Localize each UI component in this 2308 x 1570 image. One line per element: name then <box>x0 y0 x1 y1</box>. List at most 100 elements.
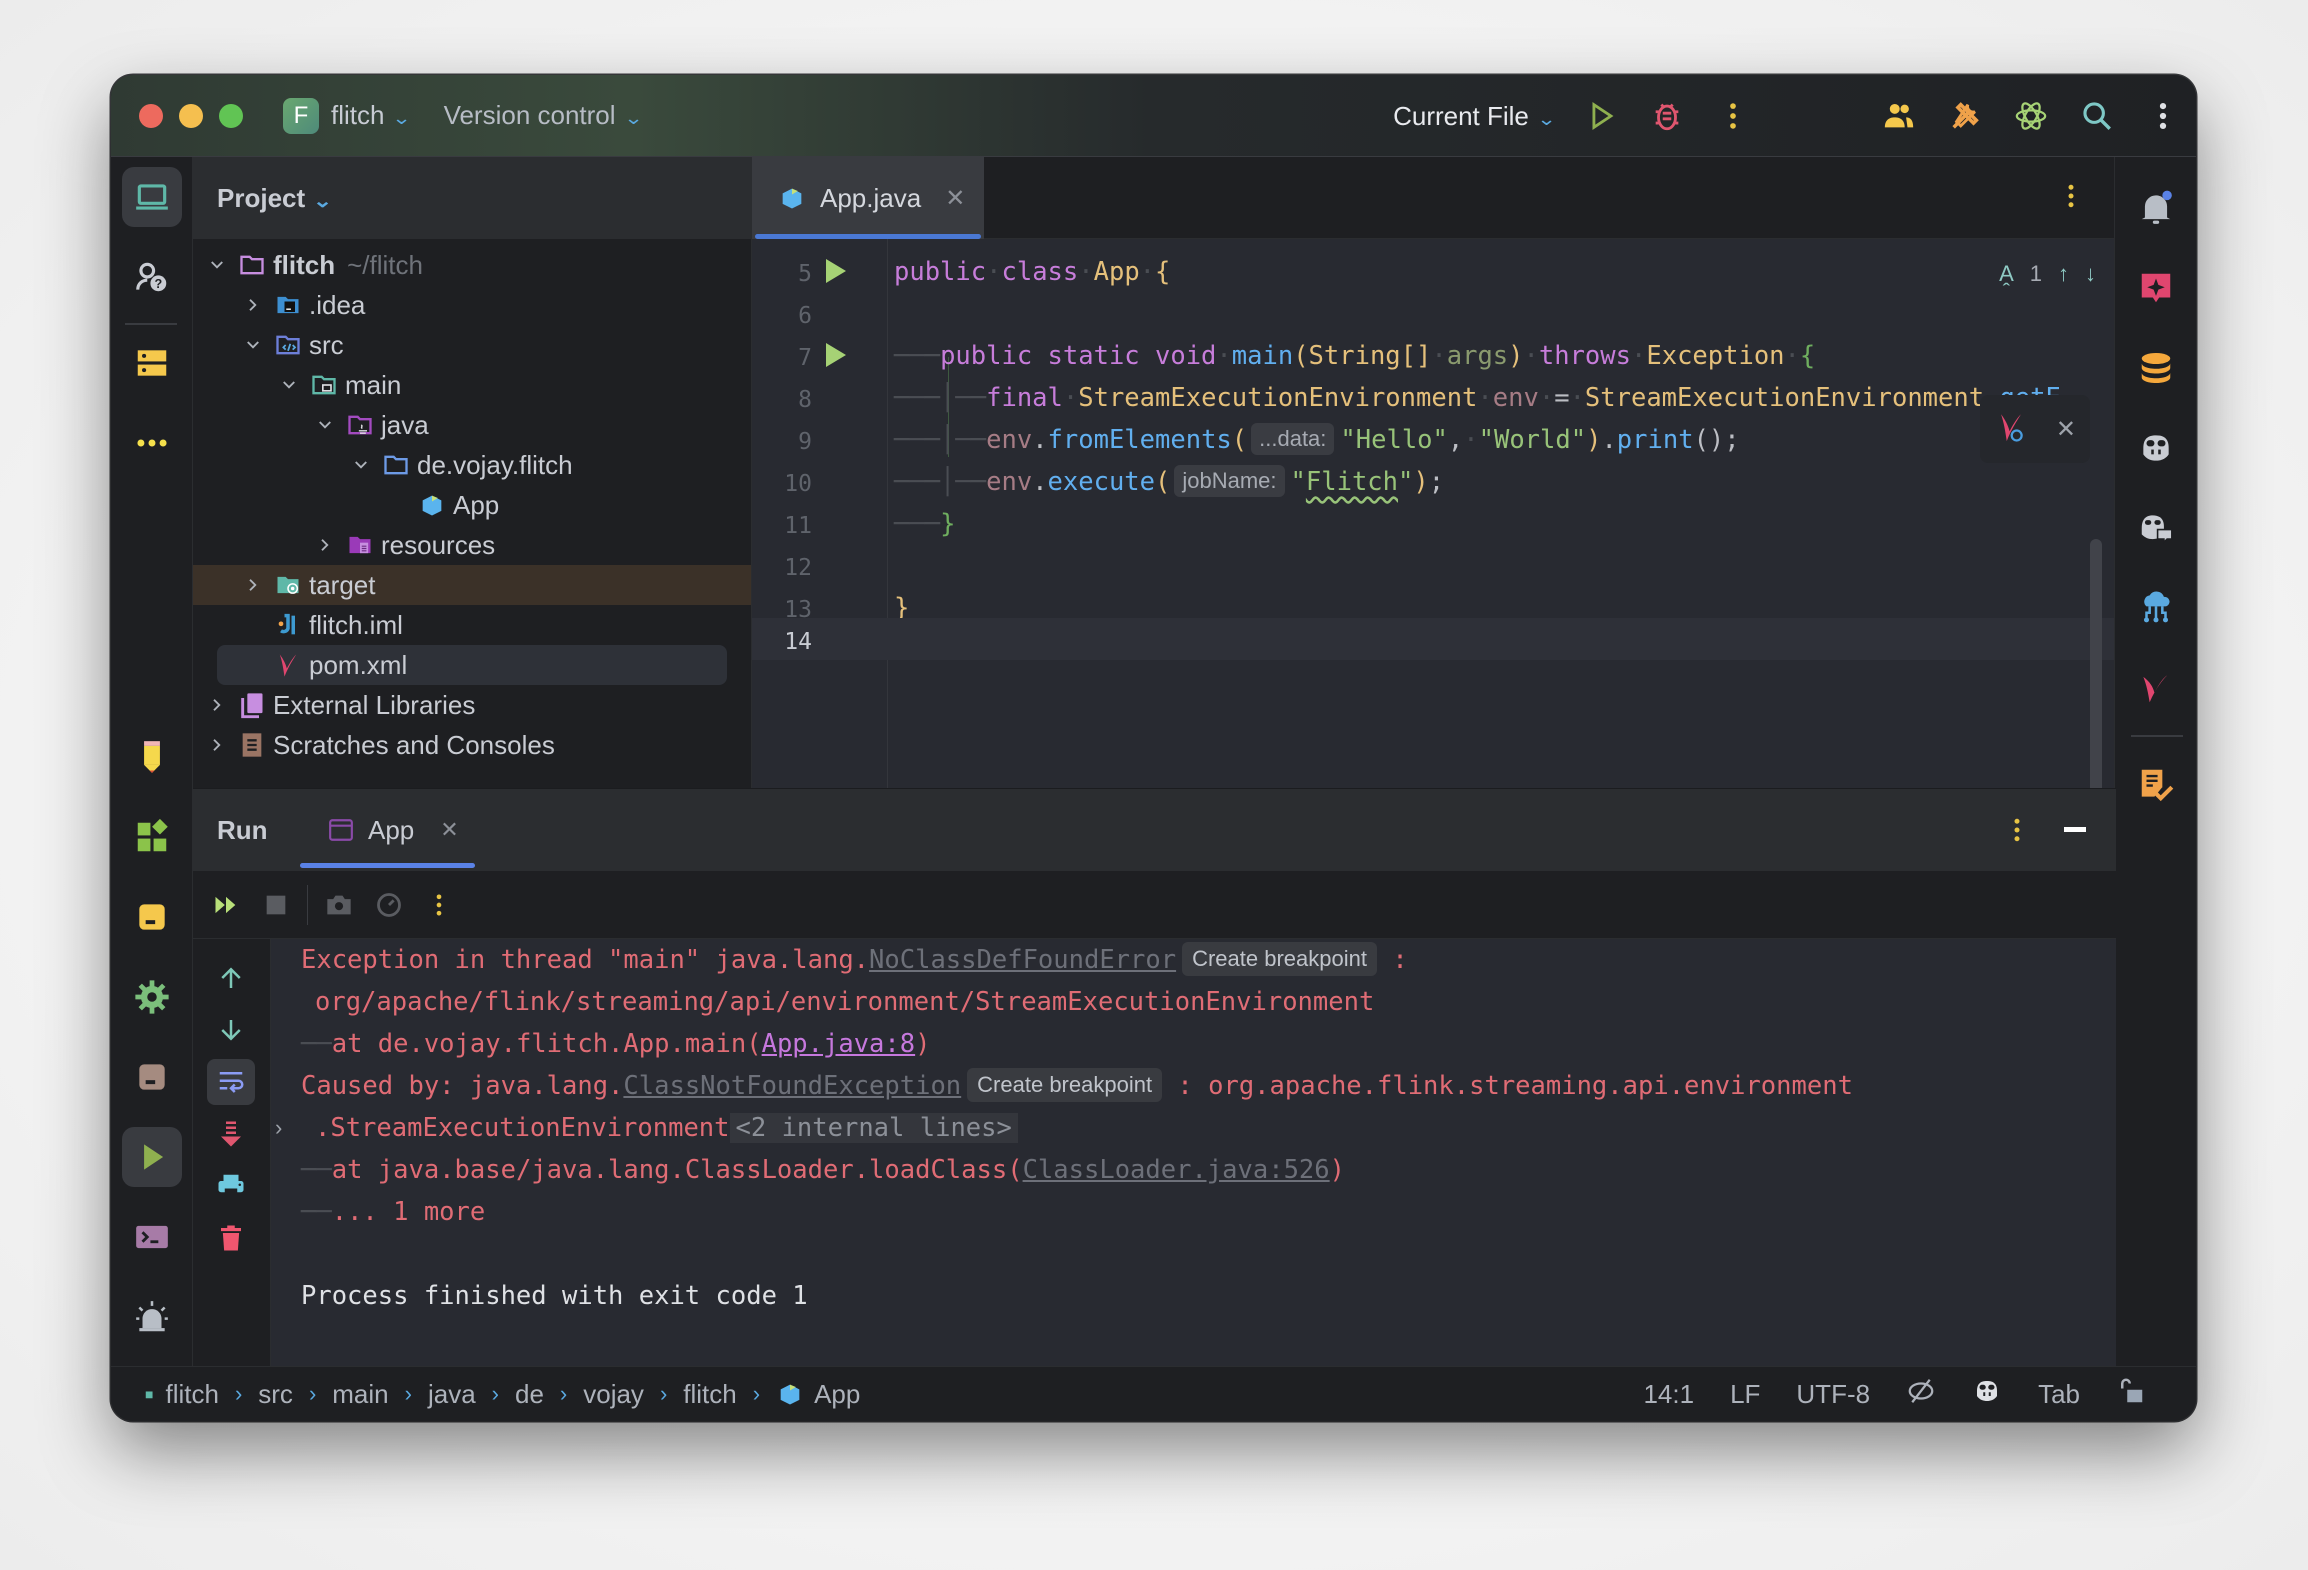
tabs-more-button[interactable] <box>2056 181 2086 216</box>
chevron-down-icon[interactable] <box>205 256 229 274</box>
print-button[interactable] <box>207 1163 255 1209</box>
code-with-me-button[interactable] <box>1866 75 1932 157</box>
expand-chevron-icon[interactable]: › <box>275 1115 282 1141</box>
soft-wrap-toggle[interactable] <box>207 1059 255 1105</box>
chevron-right-icon[interactable] <box>241 576 265 594</box>
run-panel-options-button[interactable] <box>2002 815 2032 850</box>
project-selector[interactable]: flitch ⌄ <box>331 100 412 131</box>
chevron-down-icon[interactable] <box>313 416 337 434</box>
tree-item-idea[interactable]: .idea <box>193 285 751 325</box>
services-tool-button[interactable] <box>122 333 182 393</box>
breadcrumb-item[interactable]: de <box>515 1379 544 1410</box>
copilot-button[interactable] <box>2133 425 2179 471</box>
close-icon[interactable]: ✕ <box>945 184 965 213</box>
task-list-button[interactable] <box>2133 761 2179 807</box>
ai-assistant-button[interactable] <box>1998 75 2064 157</box>
tree-item-app[interactable]: App <box>193 485 751 525</box>
source-link[interactable]: ClassLoader.java:526 <box>1023 1155 1330 1185</box>
tree-item-target[interactable]: target <box>193 565 751 605</box>
database-button[interactable] <box>2133 345 2179 391</box>
tree-item-package[interactable]: de.vojay.flitch <box>193 445 751 485</box>
chevron-down-icon[interactable] <box>241 336 265 354</box>
breadcrumb-item[interactable]: App <box>814 1379 860 1410</box>
maven-button[interactable] <box>2133 665 2179 711</box>
chevron-down-icon[interactable] <box>277 376 301 394</box>
clear-console-button[interactable] <box>207 1215 255 1261</box>
console-output[interactable]: Exception in thread "main" java.lang.NoC… <box>271 939 2116 1421</box>
todo-tool-button[interactable] <box>122 727 182 787</box>
run-more-button[interactable] <box>1700 75 1766 157</box>
chevron-right-icon[interactable] <box>205 696 229 714</box>
minimize-panel-icon[interactable] <box>2064 827 2086 832</box>
tree-item-external-libraries[interactable]: External Libraries <box>193 685 751 725</box>
dependencies-tool-button[interactable] <box>122 1047 182 1107</box>
profiler-button[interactable] <box>364 880 414 930</box>
editor-vertical-scrollbar[interactable] <box>2090 539 2102 788</box>
chevron-right-icon[interactable] <box>313 536 337 554</box>
structure-tool-button[interactable] <box>122 887 182 947</box>
scroll-to-end-button[interactable] <box>207 1111 255 1157</box>
run-tab-app[interactable]: App ✕ <box>300 789 475 871</box>
tree-item-scratches[interactable]: Scratches and Consoles <box>193 725 751 765</box>
next-highlight-arrow-icon[interactable]: ↓ <box>2085 261 2096 287</box>
breadcrumb-item[interactable]: src <box>258 1379 293 1410</box>
plugins-tool-button[interactable] <box>122 807 182 867</box>
breadcrumb-item[interactable]: java <box>428 1379 476 1410</box>
create-breakpoint-button[interactable]: Create breakpoint <box>967 1068 1163 1102</box>
learn-tool-button[interactable]: ? <box>122 247 182 307</box>
tab-app-java[interactable]: App.java ✕ <box>752 157 984 239</box>
read-only-toggle[interactable] <box>2116 1376 2146 1413</box>
build-tools-button[interactable] <box>1932 75 1998 157</box>
project-view-selector[interactable]: Project ⌄ <box>217 183 333 214</box>
stop-button[interactable] <box>251 880 301 930</box>
tree-item-pom[interactable]: pom.xml <box>193 645 751 685</box>
maven-reload-button[interactable] <box>1994 410 2028 449</box>
close-icon[interactable]: ✕ <box>440 817 458 843</box>
breadcrumb-item[interactable]: main <box>332 1379 388 1410</box>
settings-tool-button[interactable] <box>122 967 182 1027</box>
copilot-chat-button[interactable] <box>2133 505 2179 551</box>
scroll-up-button[interactable] <box>207 955 255 1001</box>
breadcrumb-item[interactable]: flitch <box>683 1379 736 1410</box>
notifications-button[interactable] <box>2133 185 2179 231</box>
minimize-window-button[interactable] <box>179 103 203 128</box>
close-window-button[interactable] <box>139 103 163 128</box>
copilot-status[interactable] <box>1972 1376 2002 1413</box>
source-link[interactable]: App.java:8 <box>762 1029 916 1059</box>
tree-item-java[interactable]: java <box>193 405 751 445</box>
project-avatar[interactable]: F <box>283 97 319 134</box>
ai-completion-status[interactable] <box>1906 1376 1936 1413</box>
tree-item-iml[interactable]: flitch.iml <box>193 605 751 645</box>
run-toolbar-more-button[interactable] <box>414 880 464 930</box>
project-tool-button[interactable] <box>122 167 182 227</box>
rerun-button[interactable] <box>201 880 251 930</box>
create-breakpoint-button[interactable]: Create breakpoint <box>1182 942 1377 976</box>
breadcrumb-item[interactable]: flitch <box>165 1379 218 1410</box>
main-menu-button[interactable] <box>2130 75 2196 157</box>
maximize-window-button[interactable] <box>219 103 243 128</box>
indent-setting[interactable]: Tab <box>2038 1379 2080 1410</box>
more-tools-button[interactable] <box>122 413 182 473</box>
exception-class-link[interactable]: ClassNotFoundException <box>623 1071 961 1101</box>
terminal-tool-button[interactable] <box>122 1207 182 1267</box>
exception-class-link[interactable]: NoClassDefFoundError <box>869 945 1176 975</box>
file-encoding[interactable]: UTF-8 <box>1796 1379 1870 1410</box>
code-area[interactable]: public·class·App·{ ───public static void… <box>888 239 2116 788</box>
debug-button[interactable] <box>1634 75 1700 157</box>
chevron-down-icon[interactable] <box>349 456 373 474</box>
tree-item-flitch[interactable]: flitch ~/flitch <box>193 245 751 285</box>
cloud-button[interactable] <box>2133 585 2179 631</box>
search-everywhere-button[interactable] <box>2064 75 2130 157</box>
scroll-down-button[interactable] <box>207 1007 255 1053</box>
version-control-menu[interactable]: Version control ⌄ <box>444 100 643 131</box>
chevron-right-icon[interactable] <box>205 736 229 754</box>
chevron-right-icon[interactable] <box>241 296 265 314</box>
tree-item-main[interactable]: main <box>193 365 751 405</box>
dump-threads-button[interactable] <box>314 880 364 930</box>
typo-underline[interactable]: Flitch <box>1306 467 1398 497</box>
inspections-widget[interactable]: A̭ 1 ↑ ↓ <box>1999 261 2096 287</box>
ai-chat-button[interactable] <box>2133 265 2179 311</box>
tree-item-resources[interactable]: resources <box>193 525 751 565</box>
run-configuration-selector[interactable]: Current File ⌄ <box>1393 101 1556 132</box>
run-button[interactable] <box>1568 75 1634 157</box>
